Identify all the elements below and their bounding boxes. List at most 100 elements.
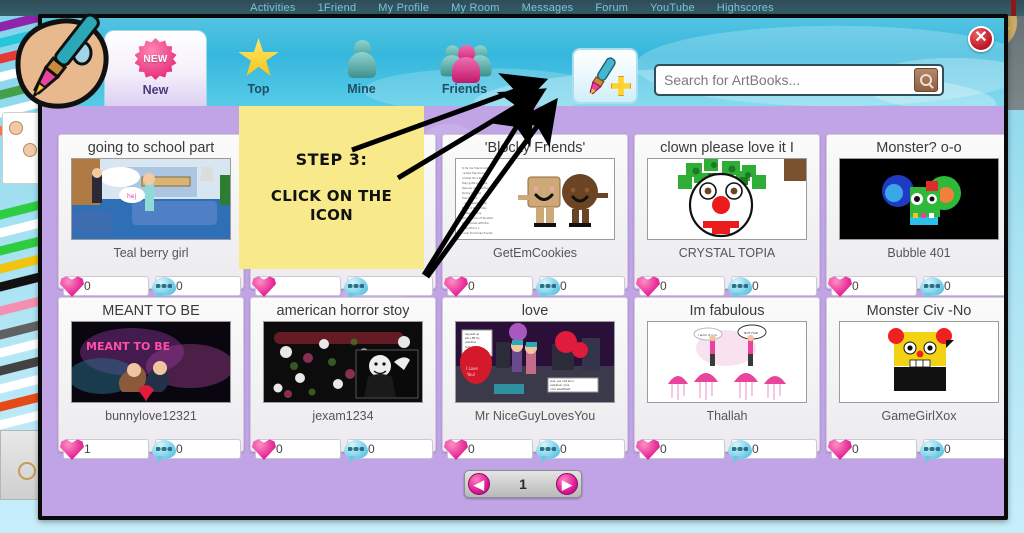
tab-mine-label: Mine — [347, 82, 376, 96]
tab-new[interactable]: NEW New — [104, 30, 207, 106]
artbook-card[interactable]: Monster Civ -No GameGirlXox 0 0 — [826, 297, 1004, 460]
top-bar-accent — [1011, 0, 1016, 16]
like-stat[interactable]: 0 — [252, 439, 341, 460]
artbook-card[interactable]: love hey,wait upwill u BE my valentineho… — [442, 297, 628, 460]
pagination: ◀ 1 ▶ — [464, 470, 582, 498]
single-person-icon — [345, 36, 379, 80]
svg-text:figure it to me blky: figure it to me blky — [462, 206, 487, 210]
tab-friends[interactable]: Friends — [413, 30, 516, 106]
heart-icon — [636, 276, 660, 297]
next-page-button[interactable]: ▶ — [555, 473, 578, 495]
top-nav-item[interactable]: My Profile — [378, 2, 429, 14]
comment-count: 0 — [752, 442, 759, 456]
like-count: 0 — [84, 279, 91, 293]
comment-stat[interactable]: 0 — [728, 276, 817, 296]
svg-text:hi its me friend name: hi its me friend name — [462, 166, 490, 170]
chevron-left-icon: ◀ — [474, 476, 484, 492]
svg-text:..look it's blocky friends: ..look it's blocky friends — [462, 231, 493, 235]
svg-text:hey,wait up: hey,wait up — [465, 333, 479, 336]
like-count: 0 — [660, 279, 667, 293]
svg-text:hej: hej — [127, 193, 136, 200]
artbook-thumbnail: hey,wait upwill u BE my valentinehold on… — [455, 321, 615, 403]
artbook-thumbnail: hej — [71, 158, 231, 240]
svg-text:cookie! ITs a blocky: cookie! ITs a blocky — [462, 176, 488, 180]
svg-text:NOT FAIR: NOT FAIR — [744, 331, 758, 335]
comment-count: 0 — [752, 279, 759, 293]
comment-stat[interactable]: 0 — [728, 439, 817, 459]
comment-count: 0 — [176, 279, 183, 293]
comment-icon — [920, 440, 944, 459]
instruction-overlay-note: STEP 3: CLICK ON THE ICON — [239, 106, 424, 269]
star-icon — [238, 36, 280, 80]
artbook-thumbnail: hi its me friend name i adopt friends her… — [455, 158, 615, 240]
artbook-card[interactable]: 'Blocky Friends' hi its me friend name i … — [442, 134, 628, 297]
artbook-author: jexam1234 — [312, 409, 374, 423]
search-input[interactable] — [656, 72, 914, 88]
top-nav-item[interactable]: 1Friend — [318, 2, 357, 14]
create-artbook-button[interactable] — [572, 48, 638, 104]
comment-icon — [152, 277, 176, 296]
artbook-card[interactable]: going to school part hej Teal berry girl… — [58, 134, 244, 297]
tab-top[interactable]: Top — [207, 30, 310, 106]
instruction-step-label: STEP 3: — [295, 149, 368, 169]
artbook-title: Im fabulous — [689, 303, 765, 319]
artbook-author: GetEmCookies — [492, 246, 578, 260]
artbook-title: Monster? o-o — [876, 140, 962, 156]
comment-icon — [728, 440, 752, 459]
artbook-thumbnail — [839, 158, 999, 240]
comment-stat[interactable]: 0 — [536, 276, 625, 296]
svg-text:thes wo cookies friend: thes wo cookies friend — [462, 186, 491, 190]
svg-text:blocky, a fun of blocked: blocky, a fun of blocked — [462, 216, 493, 220]
comment-stat[interactable]: 0 — [344, 439, 433, 459]
like-stat[interactable]: 0 — [828, 276, 917, 297]
instruction-text: CLICK ON THE ICON — [270, 186, 393, 225]
tab-mine[interactable]: Mine — [310, 30, 413, 106]
artbook-card[interactable]: clown please love it I CRYSTAL TOPIA 0 0 — [634, 134, 820, 297]
top-nav-item[interactable]: Forum — [595, 2, 628, 14]
top-nav-item[interactable]: Messages — [522, 2, 574, 14]
like-stat[interactable]: 1 — [60, 439, 149, 460]
like-stat[interactable]: 0 — [444, 276, 533, 297]
top-nav-item[interactable]: Highscores — [717, 2, 774, 14]
comment-stat[interactable]: 0 — [920, 439, 1004, 459]
prev-page-button[interactable]: ◀ — [468, 473, 490, 495]
heart-icon — [252, 439, 276, 460]
artbook-stats: 0 0 — [444, 439, 625, 460]
like-stat[interactable]: 0 — [60, 276, 149, 297]
heart-icon — [444, 276, 468, 297]
comment-count: 0 — [944, 279, 951, 293]
artbook-card[interactable]: MEANT TO BE MEANT TO BE bunnylove12321 1… — [58, 297, 244, 460]
modal-body: going to school part hej Teal berry girl… — [42, 106, 1004, 516]
top-nav-item[interactable]: Activities — [250, 2, 295, 14]
comment-stat[interactable]: 0 — [536, 439, 625, 459]
like-stat[interactable]: 0 — [444, 439, 533, 460]
svg-text:they gotta go, i like: they gotta go, i like — [462, 181, 488, 185]
like-stat[interactable] — [252, 276, 341, 297]
comment-stat[interactable]: 0 — [920, 276, 1004, 296]
comment-stat[interactable]: 0 — [152, 439, 241, 459]
search-button[interactable] — [914, 68, 938, 92]
modal-header: NEW New Top Mine Friends Search for ArtB… — [42, 18, 1004, 106]
artbook-title: clown please love it I — [660, 140, 794, 156]
artbook-author: CRYSTAL TOPIA — [678, 246, 776, 260]
like-count: 0 — [852, 442, 859, 456]
artbook-card[interactable]: Im fabulous i work it gurl NOT FAIR Thal… — [634, 297, 820, 460]
search-bar[interactable] — [654, 64, 944, 96]
chevron-right-icon: ▶ — [561, 476, 572, 492]
artbook-stats: 0 0 — [828, 276, 1004, 297]
comment-count: 0 — [368, 442, 375, 456]
artbook-card[interactable]: american horror stoy jexam1234 0 0 — [250, 297, 436, 460]
close-button[interactable]: ✕ — [968, 26, 994, 52]
like-stat[interactable]: 0 — [636, 439, 725, 460]
comment-stat[interactable]: 0 — [152, 276, 241, 296]
artbook-title: american horror stoy — [276, 303, 410, 319]
comment-stat[interactable] — [344, 276, 433, 296]
top-nav-item[interactable]: My Room — [451, 2, 499, 14]
like-stat[interactable]: 0 — [636, 276, 725, 297]
comment-count: 0 — [944, 442, 951, 456]
artbook-thumbnail: i work it gurl NOT FAIR — [647, 321, 807, 403]
svg-text:MEANT TO BE: MEANT TO BE — [86, 340, 170, 353]
like-stat[interactable]: 0 — [828, 439, 917, 460]
artbook-card[interactable]: Monster? o-o Bubble 401 0 0 — [826, 134, 1004, 297]
top-nav-item[interactable]: YouTube — [650, 2, 695, 14]
